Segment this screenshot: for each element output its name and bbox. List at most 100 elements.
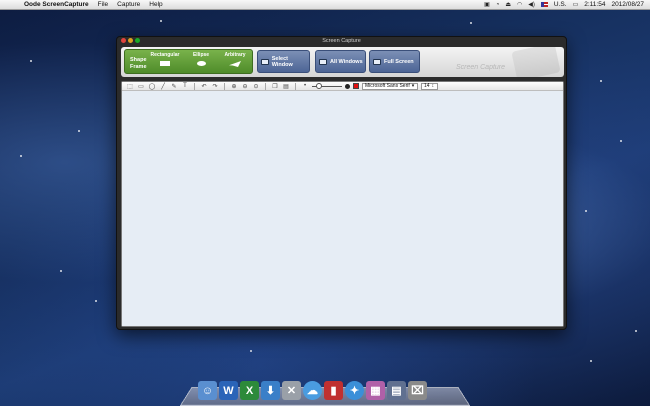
- line-width-slider[interactable]: [312, 82, 342, 90]
- shape-frame-group: Shape Frame Rectangular Ellipse Arbitrar…: [124, 49, 253, 74]
- ellipse-tool-icon[interactable]: ◯: [148, 83, 156, 90]
- ellipse-label: Ellipse: [192, 52, 210, 58]
- download-icon[interactable]: ⬇: [261, 381, 280, 400]
- star: [620, 140, 622, 142]
- separator: [295, 82, 296, 90]
- flag-icon: [540, 2, 548, 7]
- menu-capture[interactable]: Capture: [117, 1, 140, 8]
- time-machine-icon[interactable]: ◔: [496, 2, 500, 8]
- menu-app-name[interactable]: Oode ScreenCapture: [24, 1, 89, 8]
- full-screen-icon: [373, 58, 381, 65]
- messages-icon[interactable]: ☁: [303, 381, 322, 400]
- select-tool-icon[interactable]: ⬚: [126, 83, 134, 90]
- slider-knob[interactable]: [316, 82, 322, 89]
- star: [250, 350, 252, 352]
- select-window-label: Select Window: [271, 55, 293, 68]
- camera-logo-icon: [511, 47, 561, 77]
- star: [635, 330, 637, 332]
- font-select[interactable]: Microsoft Sans Serif ▾: [362, 82, 418, 90]
- menu-bar: Oode ScreenCapture File Capture Help ▣ ◔…: [0, 0, 650, 10]
- window-title: Screen Capture: [322, 38, 361, 44]
- watermark-text: Screen Capture: [456, 64, 506, 71]
- zoom-out-icon[interactable]: ⊖: [241, 83, 249, 90]
- minimize-button[interactable]: [128, 38, 133, 43]
- stepper-icon: ↕: [431, 83, 435, 89]
- star: [590, 360, 592, 362]
- clock-time[interactable]: 2:11:54: [584, 1, 605, 8]
- screen-capture-window: Screen Capture Shape Frame Rectangular E…: [116, 36, 567, 330]
- volume-icon[interactable]: ◀): [528, 1, 535, 8]
- full-screen-label: Full Screen: [384, 58, 414, 65]
- star: [470, 22, 472, 24]
- copy-icon[interactable]: ❐: [271, 83, 279, 90]
- zoom-fit-icon[interactable]: ⊙: [252, 83, 260, 90]
- rect-tool-icon[interactable]: ▭: [137, 83, 145, 90]
- rectangular-label: Rectangular: [150, 52, 180, 58]
- all-windows-label: All Windows: [330, 58, 363, 65]
- clock-date[interactable]: 2012/08/27: [611, 1, 644, 8]
- drawing-canvas[interactable]: [122, 91, 563, 326]
- all-windows-button[interactable]: All Windows: [315, 50, 366, 73]
- star: [30, 60, 32, 62]
- font-name: Microsoft Sans Serif: [365, 83, 410, 89]
- battery-icon[interactable]: ▭: [573, 1, 579, 8]
- editor-panel: ⬚ ▭ ◯ ╱ ✎ T ↶ ↷ ⊕ ⊖ ⊙ ❐ ▤ • Microsoft Sa…: [121, 81, 564, 327]
- menu-help[interactable]: Help: [149, 1, 162, 8]
- screenshot-icon[interactable]: ▣: [484, 1, 490, 8]
- separator: [194, 82, 195, 90]
- edit-toolbar: ⬚ ▭ ◯ ╱ ✎ T ↶ ↷ ⊕ ⊖ ⊙ ❐ ▤ • Microsoft Sa…: [122, 82, 563, 91]
- chevron-down-icon: ▾: [411, 83, 415, 89]
- dock-icons: ☺ W X ⬇ ✕ ☁ ▮ ✦ ▦ ▤ ⌧: [198, 378, 454, 400]
- excel-icon[interactable]: X: [240, 381, 259, 400]
- undo-icon[interactable]: ↶: [200, 83, 208, 90]
- text-tool-icon[interactable]: T: [181, 83, 189, 90]
- safari-icon[interactable]: ✦: [345, 381, 364, 400]
- finder-icon[interactable]: ☺: [198, 381, 217, 400]
- all-windows-icon: [319, 58, 327, 65]
- select-window-button[interactable]: Select Window: [257, 50, 310, 73]
- eject-icon[interactable]: ⏏: [505, 1, 511, 8]
- large-dot-icon: [345, 83, 350, 89]
- line-tool-icon[interactable]: ╱: [159, 83, 167, 90]
- wifi-icon[interactable]: ◠: [517, 1, 522, 8]
- star: [160, 20, 162, 22]
- star: [60, 270, 62, 272]
- word-icon[interactable]: W: [219, 381, 238, 400]
- star: [78, 130, 80, 132]
- star: [585, 210, 587, 212]
- font-size-stepper[interactable]: 14 ↕: [421, 82, 438, 90]
- system-icon[interactable]: ▤: [387, 381, 406, 400]
- small-dot-icon: •: [303, 83, 307, 89]
- title-bar[interactable]: Screen Capture: [117, 37, 566, 45]
- zoom-button[interactable]: [135, 38, 140, 43]
- font-size-value: 14: [424, 83, 430, 89]
- rectangular-button[interactable]: Rectangular: [149, 52, 181, 72]
- full-screen-button[interactable]: Full Screen: [369, 50, 420, 73]
- select-window-icon: [261, 58, 269, 65]
- capture-toolbar: Shape Frame Rectangular Ellipse Arbitrar…: [121, 47, 564, 77]
- star: [600, 80, 602, 82]
- close-button[interactable]: [121, 38, 126, 43]
- app-icon[interactable]: ▮: [324, 381, 343, 400]
- ellipse-button[interactable]: Ellipse: [185, 52, 217, 72]
- color-picker[interactable]: [353, 83, 359, 89]
- redo-icon[interactable]: ↷: [211, 83, 219, 90]
- photos-icon[interactable]: ▦: [366, 381, 385, 400]
- trash-icon[interactable]: ⌧: [408, 381, 427, 400]
- arbitrary-label: Arbitrary: [224, 52, 246, 58]
- input-source-label[interactable]: U.S.: [554, 1, 567, 8]
- separator: [224, 82, 225, 90]
- arbitrary-shape-icon: [229, 61, 241, 67]
- separator: [265, 82, 266, 90]
- save-icon[interactable]: ▤: [282, 83, 290, 90]
- status-area: ▣ ◔ ⏏ ◠ ◀) U.S. ▭ 2:11:54 2012/08/27: [484, 1, 650, 8]
- star: [20, 155, 22, 157]
- ellipse-icon: [196, 61, 206, 66]
- zoom-in-icon[interactable]: ⊕: [230, 83, 238, 90]
- star: [95, 300, 97, 302]
- arbitrary-button[interactable]: Arbitrary: [219, 52, 251, 72]
- utilities-icon[interactable]: ✕: [282, 381, 301, 400]
- menu-file[interactable]: File: [98, 1, 108, 8]
- pen-tool-icon[interactable]: ✎: [170, 83, 178, 90]
- rectangle-icon: [160, 61, 170, 66]
